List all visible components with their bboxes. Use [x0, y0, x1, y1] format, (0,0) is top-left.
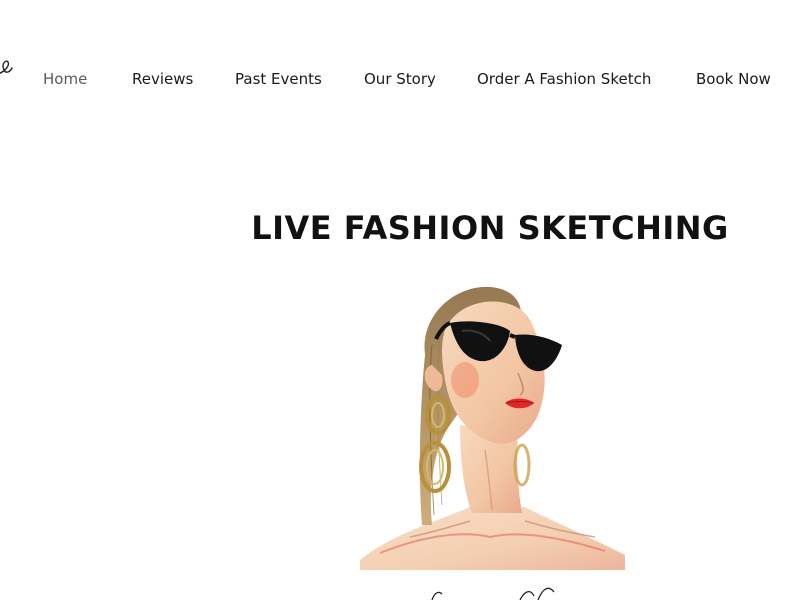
- hero-title: LIVE FASHION SKETCHING: [251, 209, 729, 247]
- nav-item-our-story[interactable]: Our Story: [364, 66, 436, 92]
- nav-item-reviews[interactable]: Reviews: [132, 66, 193, 92]
- main-navigation: Home Reviews Past Events Our Story Order…: [0, 66, 800, 92]
- fashion-sketch-illustration: [360, 286, 625, 570]
- nav-item-past-events[interactable]: Past Events: [235, 66, 322, 92]
- script-text-fragment: [431, 587, 555, 600]
- nav-item-home[interactable]: Home: [43, 66, 87, 92]
- nav-item-book-now[interactable]: Book Now: [696, 66, 771, 92]
- nav-item-order-fashion-sketch[interactable]: Order A Fashion Sketch: [477, 66, 651, 92]
